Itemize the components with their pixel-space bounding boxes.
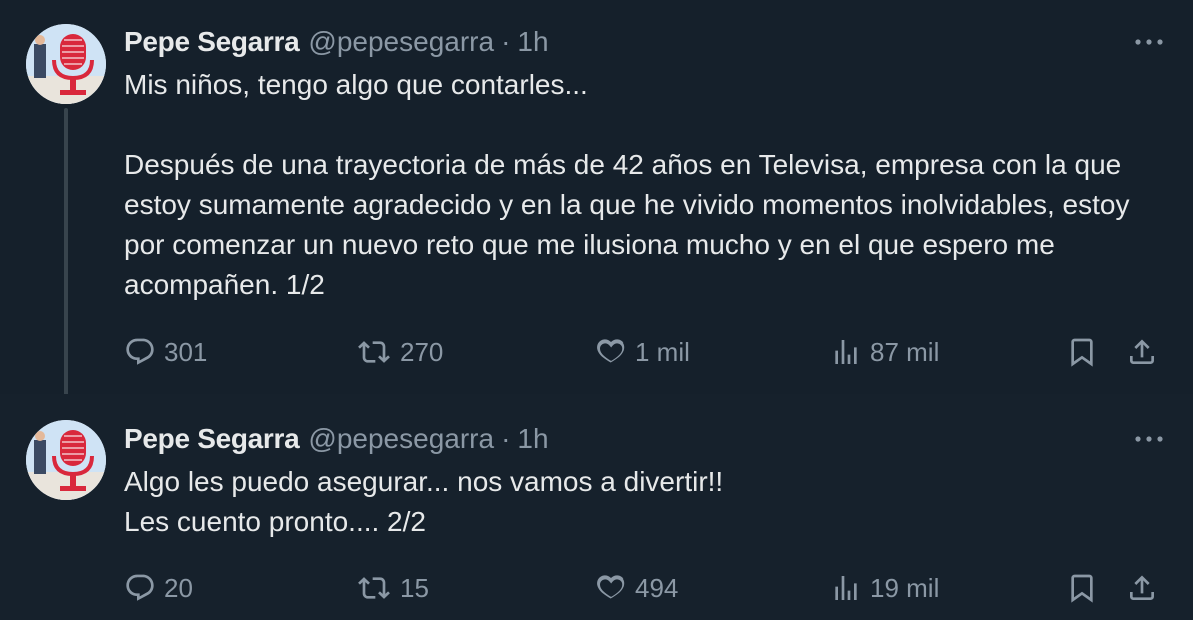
author-name[interactable]: Pepe Segarra bbox=[124, 423, 300, 455]
timestamp[interactable]: 1h bbox=[517, 26, 548, 58]
like-count: 494 bbox=[635, 573, 679, 603]
views-icon bbox=[835, 576, 857, 600]
heart-icon bbox=[597, 339, 625, 363]
bookmark-button[interactable] bbox=[1066, 336, 1098, 373]
timestamp[interactable]: 1h bbox=[517, 423, 548, 455]
retweet-button[interactable]: 270 bbox=[356, 332, 443, 372]
reply-icon bbox=[126, 338, 154, 365]
bookmark-icon bbox=[1071, 338, 1093, 367]
share-button[interactable] bbox=[1126, 572, 1158, 609]
retweet-icon bbox=[358, 577, 390, 599]
reply-icon bbox=[126, 574, 154, 601]
retweet-count: 270 bbox=[400, 337, 444, 367]
tweet-actions: 20 15 494 19 mil bbox=[0, 568, 1193, 608]
author-handle[interactable]: @pepesegarra bbox=[308, 423, 494, 455]
views-count: 87 mil bbox=[870, 337, 940, 367]
tweet-text: Mis niños, tengo algo que contarles... D… bbox=[124, 69, 1130, 300]
share-icon bbox=[1130, 575, 1154, 600]
author-name[interactable]: Pepe Segarra bbox=[124, 26, 300, 58]
reply-button[interactable]: 20 bbox=[124, 568, 193, 608]
tweet-1[interactable]: Pepe Segarra @pepesegarra · 1h Mis niños… bbox=[0, 0, 1193, 408]
retweet-icon bbox=[358, 341, 390, 363]
share-button[interactable] bbox=[1126, 336, 1158, 373]
views-button[interactable]: 19 mil bbox=[830, 568, 939, 608]
reply-count: 301 bbox=[164, 337, 208, 367]
more-horizontal-icon[interactable] bbox=[1133, 26, 1165, 58]
separator-dot: · bbox=[501, 423, 511, 454]
retweet-button[interactable]: 15 bbox=[356, 568, 429, 608]
avatar[interactable] bbox=[26, 24, 106, 104]
like-button[interactable]: 1 mil bbox=[595, 332, 690, 372]
more-horizontal-icon[interactable] bbox=[1133, 423, 1165, 455]
author-handle[interactable]: @pepesegarra bbox=[308, 26, 494, 58]
separator-dot: · bbox=[501, 26, 511, 57]
reply-count: 20 bbox=[164, 573, 193, 603]
bookmark-icon bbox=[1071, 574, 1093, 603]
tweet-2[interactable]: Pepe Segarra @pepesegarra · 1h Algo les … bbox=[0, 394, 1193, 620]
views-icon bbox=[835, 340, 857, 364]
retweet-count: 15 bbox=[400, 573, 429, 603]
heart-icon bbox=[597, 575, 625, 599]
tweet-actions: 301 270 1 mil 87 mil bbox=[0, 332, 1193, 372]
tweet-text: Algo les puedo asegurar... nos vamos a d… bbox=[124, 466, 724, 537]
views-count: 19 mil bbox=[870, 573, 940, 603]
views-button[interactable]: 87 mil bbox=[830, 332, 939, 372]
like-count: 1 mil bbox=[635, 337, 690, 367]
tweet-header: Pepe Segarra @pepesegarra · 1h bbox=[124, 24, 549, 60]
like-button[interactable]: 494 bbox=[595, 568, 678, 608]
bookmark-button[interactable] bbox=[1066, 572, 1098, 609]
share-icon bbox=[1130, 339, 1154, 364]
tweet-header: Pepe Segarra @pepesegarra · 1h bbox=[124, 421, 549, 457]
avatar[interactable] bbox=[26, 420, 106, 500]
reply-button[interactable]: 301 bbox=[124, 332, 207, 372]
